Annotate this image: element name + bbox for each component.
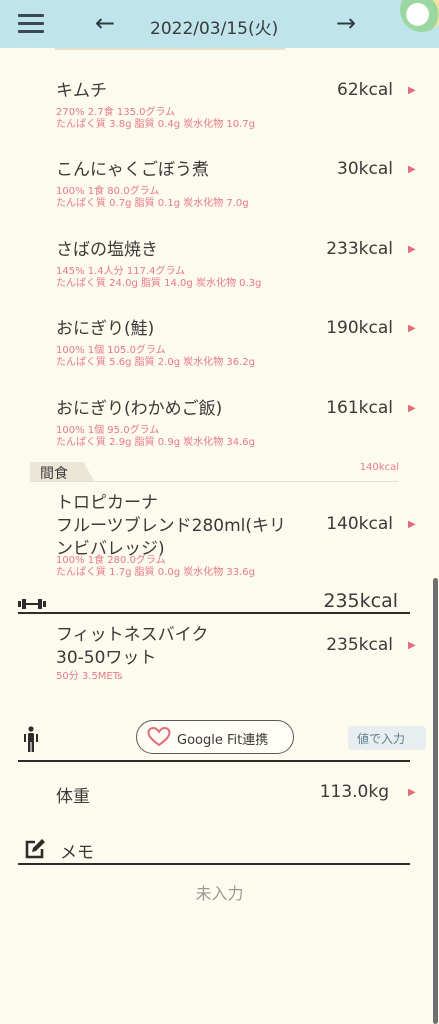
food-amount: 100% 1個 105.0グラム	[56, 345, 166, 356]
section-kcal: 140kcal	[359, 462, 399, 473]
edit-memo-icon	[25, 839, 45, 859]
value-input-label: 値で入力	[357, 732, 406, 746]
food-kcal: 62kcal	[337, 80, 393, 100]
scrollbar[interactable]	[433, 578, 438, 1024]
weight-label: 体重	[56, 787, 90, 807]
food-nutrients: たんぱく質 2.9g 脂質 0.9g 炭水化物 34.6g	[56, 437, 256, 448]
food-amount: 100% 1食 280.0グラム	[56, 555, 166, 566]
exercise-divider	[18, 612, 410, 614]
exercise-detail: 50分 3.5METs	[56, 671, 123, 682]
food-name: おにぎり(わかめご飯)	[56, 399, 223, 419]
food-kcal: 140kcal	[326, 514, 393, 534]
food-kcal: 233kcal	[326, 239, 393, 259]
snack-section-header: 間食 140kcal	[0, 462, 439, 482]
section-label: 間食	[40, 466, 68, 482]
chevron-right-icon: ▶	[408, 85, 416, 96]
food-nutrients: たんぱく質 24.0g 脂質 14.0g 炭水化物 0.3g	[56, 278, 262, 289]
next-day-arrow-icon[interactable]: →	[336, 9, 356, 37]
food-nutrients: たんぱく質 0.7g 脂質 0.1g 炭水化物 7.0g	[56, 198, 249, 209]
exercise-name: フィットネスバイク 30-50ワット	[56, 625, 209, 668]
food-nutrients: たんぱく質 5.6g 脂質 2.0g 炭水化物 36.2g	[56, 357, 256, 368]
exercise-kcal: 235kcal	[326, 635, 393, 655]
chevron-right-icon: ▶	[408, 323, 416, 334]
weight-value: 113.0kg	[319, 782, 389, 802]
food-kcal: 190kcal	[326, 318, 393, 338]
food-name: おにぎり(鮭)	[56, 319, 155, 339]
food-amount: 270% 2.7食 135.0グラム	[56, 107, 176, 118]
memo-divider	[18, 863, 410, 865]
google-fit-button[interactable]: Google Fit連携	[136, 720, 294, 754]
body-divider	[18, 760, 410, 762]
body-section-header: Google Fit連携 値で入力	[18, 718, 430, 762]
exercise-total-kcal: 235kcal	[323, 590, 398, 612]
cut-off-row	[55, 48, 285, 50]
memo-section-header: メモ	[18, 836, 410, 863]
food-amount: 100% 1個 95.0グラム	[56, 425, 160, 436]
food-nutrients: たんぱく質 3.8g 脂質 0.4g 炭水化物 10.7g	[56, 119, 256, 130]
prev-day-arrow-icon[interactable]: ←	[95, 9, 115, 37]
chevron-right-icon: ▶	[408, 403, 416, 414]
chevron-right-icon: ▶	[408, 640, 416, 651]
food-name: さばの塩焼き	[56, 240, 158, 260]
food-nutrients: たんぱく質 1.7g 脂質 0.0g 炭水化物 33.6g	[56, 567, 256, 578]
heart-icon	[147, 727, 171, 747]
current-date[interactable]: 2022/03/15(火)	[150, 14, 278, 39]
google-fit-label: Google Fit連携	[177, 733, 269, 748]
chevron-right-icon: ▶	[408, 787, 416, 798]
section-divider	[30, 481, 398, 482]
memo-label: メモ	[60, 843, 94, 863]
dumbbell-icon	[18, 599, 46, 609]
food-name: キムチ	[56, 81, 107, 101]
food-amount: 145% 1.4人分 117.4グラム	[56, 266, 186, 277]
app-badge-icon[interactable]	[400, 0, 439, 32]
value-input-button[interactable]: 値で入力	[348, 726, 426, 750]
chevron-right-icon: ▶	[408, 519, 416, 530]
person-icon	[24, 726, 38, 752]
chevron-right-icon: ▶	[408, 164, 416, 175]
weight-row[interactable]: 体重 113.0kg ▶	[0, 780, 439, 808]
memo-text[interactable]: 未入力	[0, 880, 439, 904]
food-name: こんにゃくごぼう煮	[56, 160, 209, 180]
food-name: トロピカーナ フルーツブレンド280ml(キリ ンビバレッジ)	[56, 493, 287, 559]
food-amount: 100% 1食 80.0グラム	[56, 186, 160, 197]
food-kcal: 161kcal	[326, 398, 393, 418]
menu-icon[interactable]	[18, 14, 44, 34]
chevron-right-icon: ▶	[408, 244, 416, 255]
date-header: ← 2022/03/15(火) →	[0, 0, 439, 48]
food-kcal: 30kcal	[337, 159, 393, 179]
